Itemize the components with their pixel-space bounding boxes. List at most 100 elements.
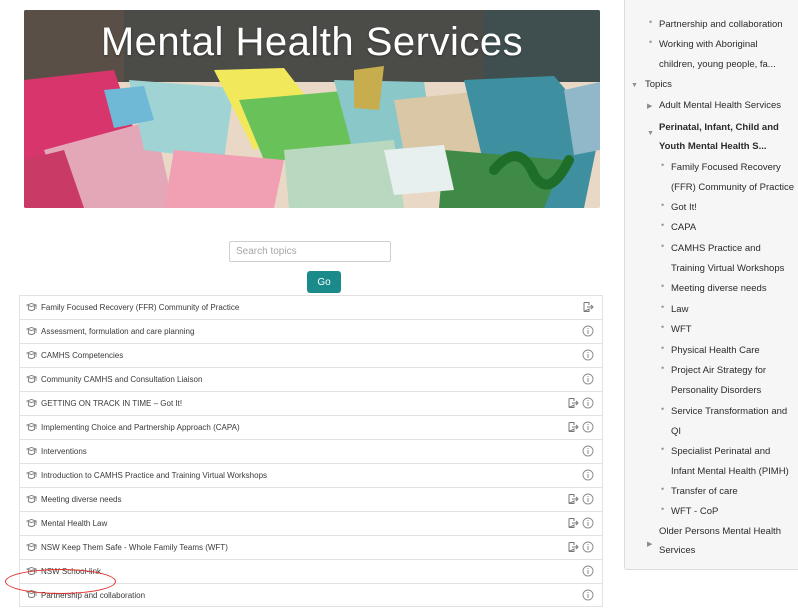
bullet-icon: •	[661, 200, 665, 210]
topic-row[interactable]: Interventions	[19, 439, 603, 463]
topic-link[interactable]: Family Focused Recovery (FFR) Community …	[41, 303, 239, 312]
topic-row[interactable]: Community CAMHS and Consultation Liaison	[19, 367, 603, 391]
nav-subitem[interactable]: QI	[671, 422, 681, 442]
nav-subitem[interactable]: Got It!	[671, 198, 697, 218]
info-icon[interactable]	[582, 517, 594, 529]
self-enrol-icon[interactable]	[567, 517, 579, 529]
nav-subitem[interactable]: Meeting diverse needs	[671, 279, 767, 299]
nav-item-partnership[interactable]: Partnership and collaboration	[659, 15, 783, 35]
nav-subitem[interactable]: Project Air Strategy for	[671, 361, 766, 381]
nav-subitem[interactable]: Training Virtual Workshops	[671, 259, 784, 279]
info-icon[interactable]	[582, 565, 594, 577]
course-icon	[26, 470, 37, 481]
go-button[interactable]: Go	[307, 271, 341, 293]
topic-link[interactable]: Community CAMHS and Consultation Liaison	[41, 375, 202, 384]
nav-subitem[interactable]: (FFR) Community of Practice	[671, 178, 794, 198]
bullet-icon: •	[661, 504, 665, 514]
nav-subitem[interactable]: Service Transformation and	[671, 402, 787, 422]
bullet-icon: •	[661, 404, 665, 414]
nav-subitem[interactable]: WFT - CoP	[671, 502, 718, 522]
course-icon	[26, 350, 37, 361]
row-actions	[582, 445, 594, 457]
page: Mental Health Services Go Family Focused…	[0, 0, 798, 616]
info-icon[interactable]	[582, 493, 594, 505]
info-icon[interactable]	[582, 349, 594, 361]
self-enrol-icon[interactable]	[582, 301, 594, 313]
bullet-icon: •	[649, 37, 653, 47]
topic-row[interactable]: GETTING ON TRACK IN TIME – Got It!	[19, 391, 603, 415]
topic-row[interactable]: Family Focused Recovery (FFR) Community …	[19, 295, 603, 319]
topic-row[interactable]: CAMHS Competencies	[19, 343, 603, 367]
caret-down-icon[interactable]: ▼	[631, 82, 638, 89]
info-icon[interactable]	[582, 541, 594, 553]
nav-item-aboriginal[interactable]: Working with Aboriginal	[659, 35, 758, 55]
bullet-icon: •	[661, 322, 665, 332]
topic-link[interactable]: CAMHS Competencies	[41, 351, 123, 360]
page-title: Mental Health Services	[100, 20, 524, 64]
nav-subitem[interactable]: WFT	[671, 320, 692, 340]
nav-subitem[interactable]: Family Focused Recovery	[671, 158, 781, 178]
info-icon[interactable]	[582, 373, 594, 385]
topic-row[interactable]: Assessment, formulation and care plannin…	[19, 319, 603, 343]
topic-link[interactable]: Partnership and collaboration	[41, 591, 145, 600]
bullet-icon: •	[661, 241, 665, 251]
info-icon[interactable]	[582, 325, 594, 337]
topic-link[interactable]: GETTING ON TRACK IN TIME – Got It!	[41, 399, 182, 408]
nav-item-adult-mental-health[interactable]: Adult Mental Health Services	[659, 96, 781, 116]
topic-row[interactable]: NSW School-link	[19, 559, 603, 583]
nav-subitem[interactable]: Law	[671, 300, 688, 320]
topic-link[interactable]: Mental Health Law	[41, 519, 107, 528]
topic-link[interactable]: Interventions	[41, 447, 87, 456]
info-icon[interactable]	[582, 589, 594, 601]
topic-row[interactable]: NSW Keep Them Safe - Whole Family Teams …	[19, 535, 603, 559]
nav-subitem[interactable]: Personality Disorders	[671, 381, 761, 401]
topic-link[interactable]: NSW School-link	[41, 567, 101, 576]
topic-row[interactable]: Introduction to CAMHS Practice and Train…	[19, 463, 603, 487]
nav-item-perinatal-cont[interactable]: Youth Mental Health S...	[659, 137, 767, 157]
bullet-icon: •	[661, 302, 665, 312]
self-enrol-icon[interactable]	[567, 541, 579, 553]
nav-subitem[interactable]: Physical Health Care	[671, 341, 760, 361]
row-actions	[567, 421, 594, 433]
bullet-icon: •	[661, 444, 665, 454]
self-enrol-icon[interactable]	[567, 493, 579, 505]
course-icon	[26, 518, 37, 529]
topic-row[interactable]: Meeting diverse needs	[19, 487, 603, 511]
caret-right-icon[interactable]: ▶	[647, 540, 652, 548]
course-icon	[26, 590, 37, 600]
topic-link[interactable]: Assessment, formulation and care plannin…	[41, 327, 194, 336]
nav-subitem[interactable]: CAMHS Practice and	[671, 239, 761, 259]
self-enrol-icon[interactable]	[567, 397, 579, 409]
topic-link[interactable]: Introduction to CAMHS Practice and Train…	[41, 471, 267, 480]
nav-item-perinatal[interactable]: Perinatal, Infant, Child and	[659, 118, 779, 138]
topic-list: Family Focused Recovery (FFR) Community …	[19, 295, 603, 607]
nav-item-older-persons[interactable]: Older Persons Mental Health	[659, 522, 781, 542]
caret-down-icon[interactable]: ▼	[647, 130, 654, 137]
info-icon[interactable]	[582, 469, 594, 481]
nav-subitem[interactable]: Infant Mental Health (PIMH)	[671, 462, 789, 482]
topic-link[interactable]: Meeting diverse needs	[41, 495, 122, 504]
topic-row[interactable]: Mental Health Law	[19, 511, 603, 535]
topic-row[interactable]: Implementing Choice and Partnership Appr…	[19, 415, 603, 439]
row-actions	[582, 301, 594, 313]
search-topics-input[interactable]	[229, 241, 391, 262]
topic-link[interactable]: NSW Keep Them Safe - Whole Family Teams …	[41, 543, 228, 552]
topic-row[interactable]: Partnership and collaboration	[19, 583, 603, 607]
caret-right-icon[interactable]: ▶	[647, 102, 652, 110]
course-icon	[26, 446, 37, 457]
bullet-icon: •	[661, 484, 665, 494]
hero-banner: Mental Health Services	[24, 10, 600, 208]
nav-item-aboriginal-cont[interactable]: children, young people, fa...	[659, 55, 776, 75]
nav-item-older-persons-cont[interactable]: Services	[659, 541, 695, 561]
nav-subitem[interactable]: Transfer of care	[671, 482, 738, 502]
bullet-icon: •	[661, 220, 665, 230]
nav-subitem[interactable]: CAPA	[671, 218, 696, 238]
self-enrol-icon[interactable]	[567, 421, 579, 433]
info-icon[interactable]	[582, 397, 594, 409]
nav-item-topics[interactable]: Topics	[645, 75, 672, 95]
info-icon[interactable]	[582, 421, 594, 433]
info-icon[interactable]	[582, 445, 594, 457]
course-icon	[26, 398, 37, 409]
topic-link[interactable]: Implementing Choice and Partnership Appr…	[41, 423, 240, 432]
nav-subitem[interactable]: Specialist Perinatal and	[671, 442, 770, 462]
